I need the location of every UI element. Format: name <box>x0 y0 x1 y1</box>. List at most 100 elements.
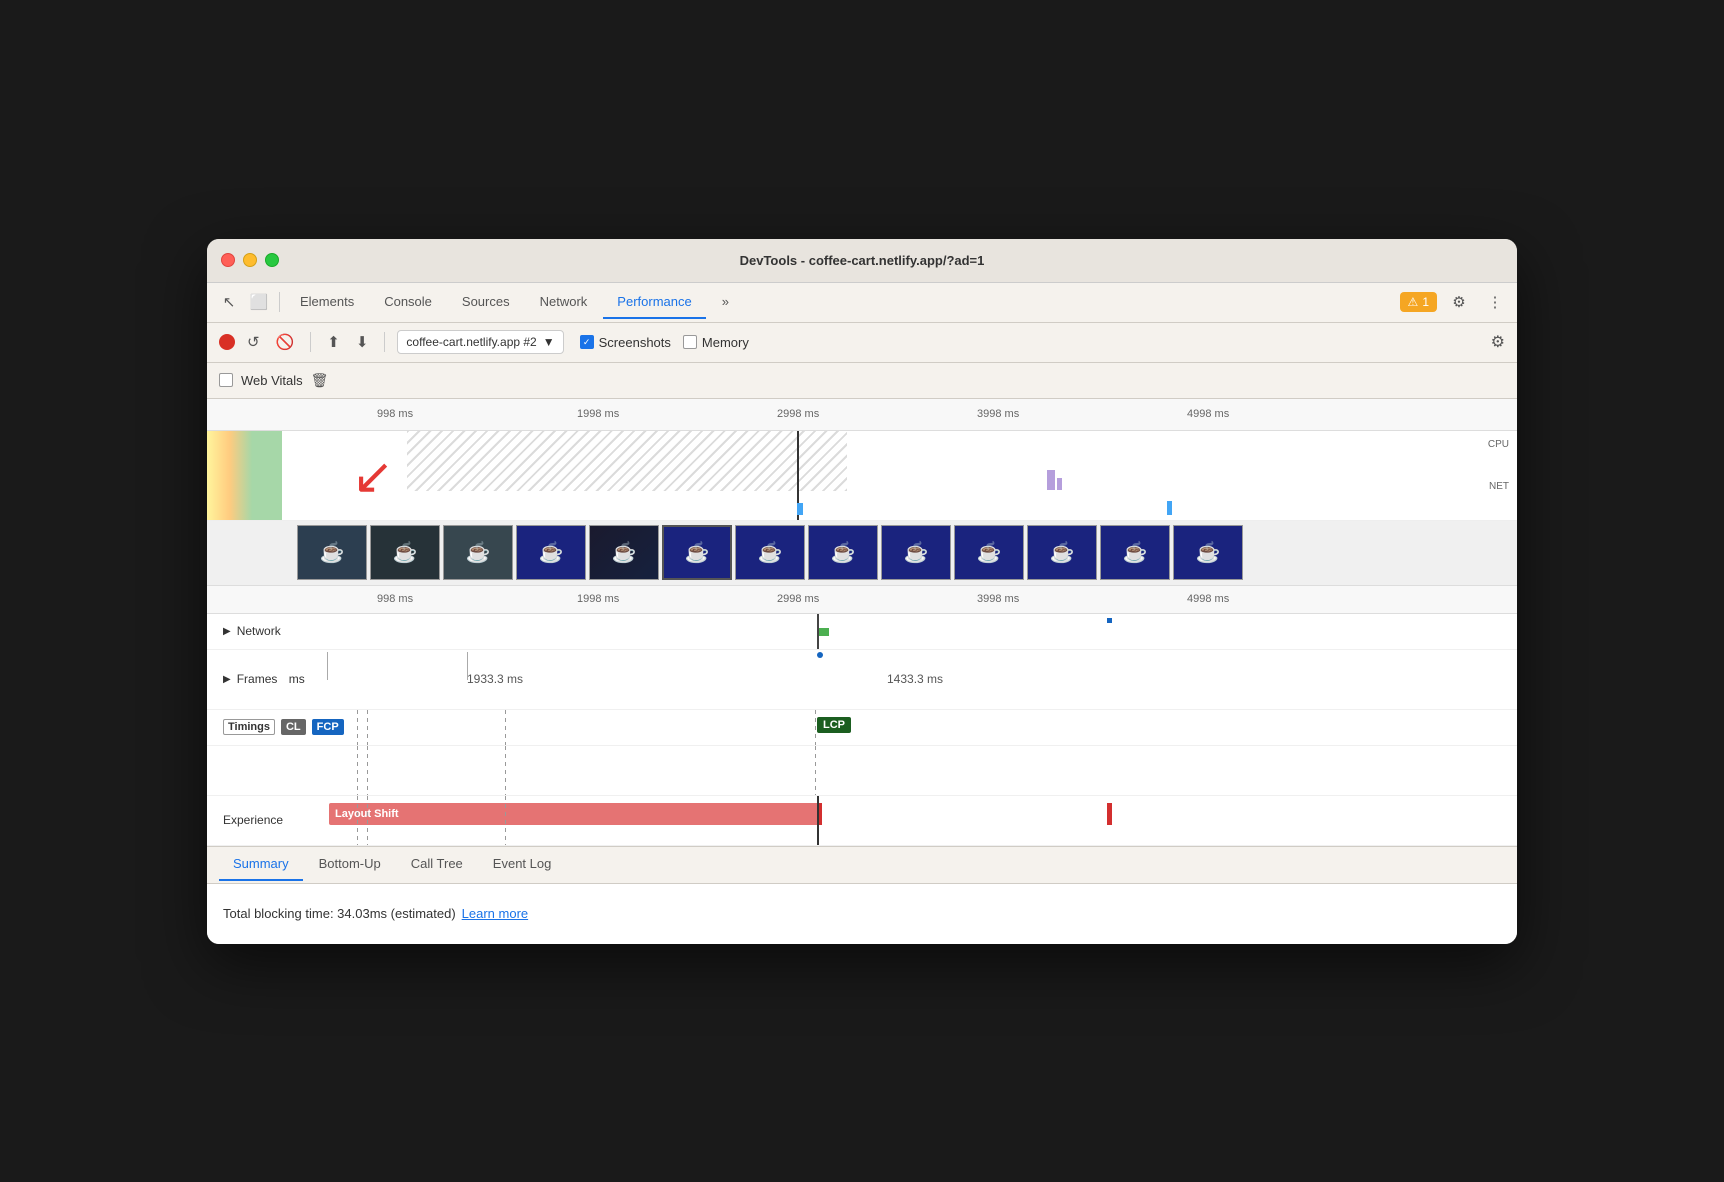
frames-track-content: 1933.3 ms 1433.3 ms <box>327 650 1517 709</box>
screenshot-7: ☕ <box>735 525 805 580</box>
experience-track-label: Experience <box>207 813 327 827</box>
cpu-spike-2 <box>1057 478 1062 490</box>
dashed-vert-1 <box>357 710 358 745</box>
memory-checkbox[interactable] <box>683 335 697 349</box>
screenshot-1: ☕ <box>297 525 367 580</box>
screenshot-11: ☕ <box>1027 525 1097 580</box>
memory-label: Memory <box>702 335 749 350</box>
window-controls <box>221 253 279 267</box>
inspector-icon[interactable]: ⬜ <box>245 288 273 316</box>
performance-toolbar: ↺ 🚫 ⬆ ⬇ coffee-cart.netlify.app #2 ▼ Scr… <box>207 323 1517 363</box>
webvitals-label: Web Vitals <box>241 373 303 388</box>
capture-settings-icon[interactable]: ⚙ <box>1491 332 1505 352</box>
screenshots-strip: ☕ ☕ ☕ ☕ ☕ ☕ ☕ ☕ ☕ <box>207 521 1517 586</box>
dashed-vert-row2-1 <box>357 746 358 795</box>
dashed-vert-row2-lcp <box>815 746 816 795</box>
experience-track-row: Experience Layout Shift <box>207 796 1517 846</box>
scrollbar[interactable] <box>1505 521 1517 585</box>
toolbar-separator-3 <box>384 332 385 352</box>
timeline-header: 998 ms 1998 ms 2998 ms 3998 ms 4998 ms <box>207 399 1517 431</box>
timings-track-content: LCP <box>327 710 1517 745</box>
tracks-area: ▶ Network ▶ Frames ms 1933.3 ms <box>207 614 1517 846</box>
tab-more[interactable]: » <box>708 286 743 319</box>
net-spike-1 <box>797 503 803 515</box>
experience-label: Experience <box>223 813 283 827</box>
frame-blue-dot <box>817 652 823 658</box>
time-mark-2998: 2998 ms <box>777 408 819 420</box>
frames-label: Frames <box>237 672 278 686</box>
more-menu-icon[interactable]: ⋮ <box>1481 288 1509 316</box>
dashed-vert-row2-2 <box>367 746 368 795</box>
webvitals-bar: Web Vitals 🗑 <box>207 363 1517 399</box>
frames-expand-icon[interactable]: ▶ <box>223 674 231 685</box>
frame-line-2 <box>467 652 468 680</box>
timing-dashes-row <box>207 746 1517 796</box>
thumb-cup-1: ☕ <box>320 540 345 565</box>
bottom-tabs: Summary Bottom-Up Call Tree Event Log <box>207 846 1517 884</box>
toolbar-separator <box>279 292 280 312</box>
time-mark2-998: 998 ms <box>377 593 413 605</box>
url-selector[interactable]: coffee-cart.netlify.app #2 ▼ <box>397 330 563 354</box>
network-track-row: ▶ Network <box>207 614 1517 650</box>
refresh-icon[interactable]: ↺ <box>243 329 264 355</box>
screenshot-10: ☕ <box>954 525 1024 580</box>
network-sq-1 <box>1107 618 1112 623</box>
net-spike-2 <box>1167 501 1172 515</box>
dashed-vert-lcp <box>815 710 816 745</box>
timings-label: Timings <box>223 719 275 735</box>
settings-icon[interactable]: ⚙ <box>1445 288 1473 316</box>
dashed-vert-exp-fcp <box>505 796 506 845</box>
tab-event-log[interactable]: Event Log <box>479 848 566 881</box>
screenshot-9: ☕ <box>881 525 951 580</box>
memory-checkbox-item[interactable]: Memory <box>683 335 749 350</box>
tab-sources[interactable]: Sources <box>448 286 524 319</box>
tab-performance[interactable]: Performance <box>603 286 705 319</box>
network-track-label[interactable]: ▶ Network <box>207 624 327 638</box>
time-mark2-3998: 3998 ms <box>977 593 1019 605</box>
timeline-area: 998 ms 1998 ms 2998 ms 3998 ms 4998 ms ↙ <box>207 399 1517 846</box>
network-expand-icon[interactable]: ▶ <box>223 626 231 637</box>
record-button[interactable] <box>219 334 235 350</box>
screenshots-checkbox[interactable] <box>580 335 594 349</box>
screenshot-4: ☕ <box>516 525 586 580</box>
network-label: Network <box>237 624 281 638</box>
status-text: Total blocking time: 34.03ms (estimated) <box>223 906 456 921</box>
badge-button[interactable]: ⚠ 1 <box>1400 292 1437 312</box>
exp-vert-line <box>817 796 819 845</box>
frames-track-label[interactable]: ▶ Frames ms <box>207 672 327 686</box>
timings-track-label: Timings CL FCP <box>207 719 327 735</box>
tab-network[interactable]: Network <box>526 286 602 319</box>
dashed-vert-2 <box>367 710 368 745</box>
timeline-graphs: ↙ CPU NET <box>207 431 1517 521</box>
download-icon[interactable]: ⬇ <box>352 329 373 355</box>
experience-track-content: Layout Shift <box>327 796 1517 845</box>
screenshots-checkbox-item[interactable]: Screenshots <box>580 335 671 350</box>
tab-elements[interactable]: Elements <box>286 286 368 319</box>
tag-cl: CL <box>281 719 306 735</box>
close-button[interactable] <box>221 253 235 267</box>
screenshot-13: ☕ <box>1173 525 1243 580</box>
tab-call-tree[interactable]: Call Tree <box>397 848 477 881</box>
screenshot-12: ☕ <box>1100 525 1170 580</box>
maximize-button[interactable] <box>265 253 279 267</box>
learn-more-link[interactable]: Learn more <box>462 906 528 921</box>
time-mark-998: 998 ms <box>377 408 413 420</box>
screenshot-6: ☕ <box>662 525 732 580</box>
trash-icon[interactable]: 🗑 <box>311 372 329 389</box>
minimize-button[interactable] <box>243 253 257 267</box>
screenshot-3: ☕ <box>443 525 513 580</box>
frame-line-1 <box>327 652 328 680</box>
chevron-down-icon: ▼ <box>543 335 555 349</box>
layout-shift-bar[interactable]: Layout Shift <box>329 803 819 825</box>
timing-dashes-content <box>327 746 1517 795</box>
screenshot-5: ☕ <box>589 525 659 580</box>
time-mark2-2998: 2998 ms <box>777 593 819 605</box>
webvitals-checkbox[interactable] <box>219 373 233 387</box>
upload-icon[interactable]: ⬆ <box>323 329 344 355</box>
cursor-icon[interactable]: ↖ <box>215 288 243 316</box>
tab-summary[interactable]: Summary <box>219 848 303 881</box>
tab-console[interactable]: Console <box>370 286 446 319</box>
clear-icon[interactable]: 🚫 <box>272 329 299 355</box>
tab-bottom-up[interactable]: Bottom-Up <box>305 848 395 881</box>
frames-time-3: 1433.3 ms <box>887 672 943 686</box>
